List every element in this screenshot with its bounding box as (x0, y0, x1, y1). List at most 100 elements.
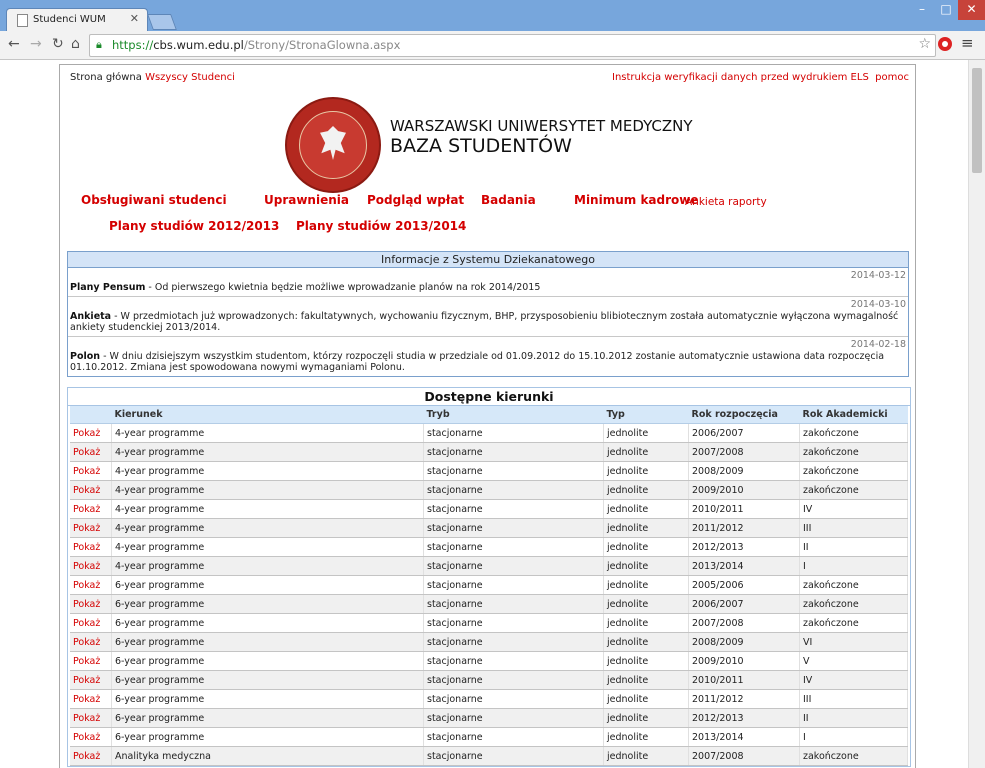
table-cell: 4-year programme (111, 461, 424, 481)
column-header: Rok rozpoczęcia (688, 406, 800, 424)
address-bar[interactable]: 🔒︎ https://cbs.wum.edu.pl/Strony/StronaG… (89, 34, 936, 57)
show-link[interactable]: Pokaż (70, 670, 112, 690)
home-icon[interactable]: ⌂ (71, 36, 80, 52)
table-cell: 2009/2010 (688, 651, 800, 671)
table-cell: jednolite (603, 727, 689, 747)
column-header: Typ (603, 406, 689, 424)
table-cell: jednolite (603, 442, 689, 462)
table-cell: 2010/2011 (688, 499, 800, 519)
show-link[interactable]: Pokaż (70, 613, 112, 633)
show-link[interactable]: Pokaż (70, 480, 112, 500)
table-cell: zakończone (799, 480, 908, 500)
table-cell: 6-year programme (111, 708, 424, 728)
tab-strip: Studenci WUM ✕ – □ ✕ (0, 0, 985, 32)
table-cell: VI (799, 632, 908, 652)
scrollbar-thumb[interactable] (972, 68, 982, 173)
table-cell: Analityka medyczna (111, 746, 424, 766)
show-link[interactable]: Pokaż (70, 461, 112, 481)
table-row: Pokaż 6-year programme stacjonarne jednolit… (70, 689, 908, 709)
table-row: Pokaż 6-year programme stacjonarne jednolit… (70, 632, 908, 652)
table-cell: I (799, 727, 908, 747)
menu-plans-2013[interactable]: Plany studiów 2013/2014 (296, 219, 466, 233)
table-row: Pokaż 6-year programme stacjonarne jednolit… (70, 670, 908, 690)
show-link[interactable]: Pokaż (70, 727, 112, 747)
table-cell: stacjonarne (423, 556, 604, 576)
close-window-button[interactable]: ✕ (958, 0, 985, 20)
table-cell: stacjonarne (423, 651, 604, 671)
table-cell: 2009/2010 (688, 480, 800, 500)
all-students-link[interactable]: Wszyscy Studenci (145, 72, 235, 83)
table-cell: jednolite (603, 708, 689, 728)
table-cell: stacjonarne (423, 613, 604, 633)
table-cell: 6-year programme (111, 575, 424, 595)
eagle-icon (320, 126, 346, 160)
table-cell: 2007/2008 (688, 442, 800, 462)
table-cell: stacjonarne (423, 708, 604, 728)
table-cell: 6-year programme (111, 651, 424, 671)
browser-tab[interactable]: Studenci WUM ✕ (6, 8, 148, 32)
menu-served-students[interactable]: Obsługiwani studenci (81, 193, 227, 207)
show-link[interactable]: Pokaż (70, 594, 112, 614)
table-row: Pokaż 6-year programme stacjonarne jednolit… (70, 708, 908, 728)
table-cell: 2007/2008 (688, 613, 800, 633)
show-link[interactable]: Pokaż (70, 651, 112, 671)
table-cell: zakończone (799, 594, 908, 614)
home-link[interactable]: Strona główna (70, 72, 142, 83)
table-cell: 4-year programme (111, 518, 424, 538)
show-link[interactable]: Pokaż (70, 556, 112, 576)
table-cell: 4-year programme (111, 442, 424, 462)
show-link[interactable]: Pokaż (70, 708, 112, 728)
table-cell: zakończone (799, 575, 908, 595)
table-cell: 6-year programme (111, 632, 424, 652)
forward-arrow-icon[interactable]: → (30, 36, 42, 52)
maximize-button[interactable]: □ (934, 0, 958, 20)
close-tab-icon[interactable]: ✕ (130, 12, 139, 25)
show-link[interactable]: Pokaż (70, 442, 112, 462)
page-title: BAZA STUDENTÓW (390, 135, 572, 157)
table-cell: stacjonarne (423, 670, 604, 690)
instructions-link[interactable]: Instrukcja weryfikacji danych przed wydr… (612, 72, 869, 83)
table-cell: 6-year programme (111, 689, 424, 709)
star-icon[interactable]: ☆ (918, 36, 931, 52)
reload-icon[interactable]: ↻ (52, 36, 64, 52)
table-cell: 2006/2007 (688, 423, 800, 443)
show-link[interactable]: Pokaż (70, 575, 112, 595)
menu-minimum[interactable]: Minimum kadrowe (574, 193, 699, 207)
extension-icon[interactable] (938, 37, 952, 51)
help-link[interactable]: pomoc (875, 72, 909, 83)
tab-title: Studenci WUM (33, 14, 106, 25)
column-header: Tryb (423, 406, 604, 424)
show-link[interactable]: Pokaż (70, 689, 112, 709)
new-tab-button[interactable] (147, 14, 177, 30)
table-cell: I (799, 556, 908, 576)
column-header (70, 406, 112, 424)
show-link[interactable]: Pokaż (70, 537, 112, 557)
menu-permissions[interactable]: Uprawnienia (264, 193, 349, 207)
show-link[interactable]: Pokaż (70, 518, 112, 538)
table-cell: 2011/2012 (688, 689, 800, 709)
minimize-button[interactable]: – (910, 0, 934, 20)
table-cell: IV (799, 499, 908, 519)
hamburger-menu-icon[interactable]: ≡ (961, 34, 974, 52)
news-item: 2014-03-10 Ankieta - W przedmiotach już … (68, 297, 908, 337)
table-row: Pokaż 4-year programme stacjonarne jednolit… (70, 556, 908, 576)
table-cell: II (799, 537, 908, 557)
column-header: Kierunek (111, 406, 424, 424)
back-arrow-icon[interactable]: ← (8, 36, 20, 52)
info-panel-title: Informacje z Systemu Dziekanatowego (68, 252, 908, 268)
menu-survey-reports[interactable]: Ankieta raporty (685, 196, 767, 208)
table-cell: jednolite (603, 518, 689, 538)
table-cell: 2012/2013 (688, 708, 800, 728)
menu-exams[interactable]: Badania (481, 193, 536, 207)
menu-payments[interactable]: Podgląd wpłat (367, 193, 464, 207)
show-link[interactable]: Pokaż (70, 423, 112, 443)
table-row: Pokaż 4-year programme stacjonarne jednolit… (70, 442, 908, 462)
show-link[interactable]: Pokaż (70, 746, 112, 766)
table-cell: stacjonarne (423, 594, 604, 614)
show-link[interactable]: Pokaż (70, 499, 112, 519)
vertical-scrollbar[interactable] (968, 60, 985, 768)
table-cell: stacjonarne (423, 727, 604, 747)
url-text: https://cbs.wum.edu.pl/Strony/StronaGlow… (112, 38, 401, 52)
show-link[interactable]: Pokaż (70, 632, 112, 652)
menu-plans-2012[interactable]: Plany studiów 2012/2013 (109, 219, 279, 233)
